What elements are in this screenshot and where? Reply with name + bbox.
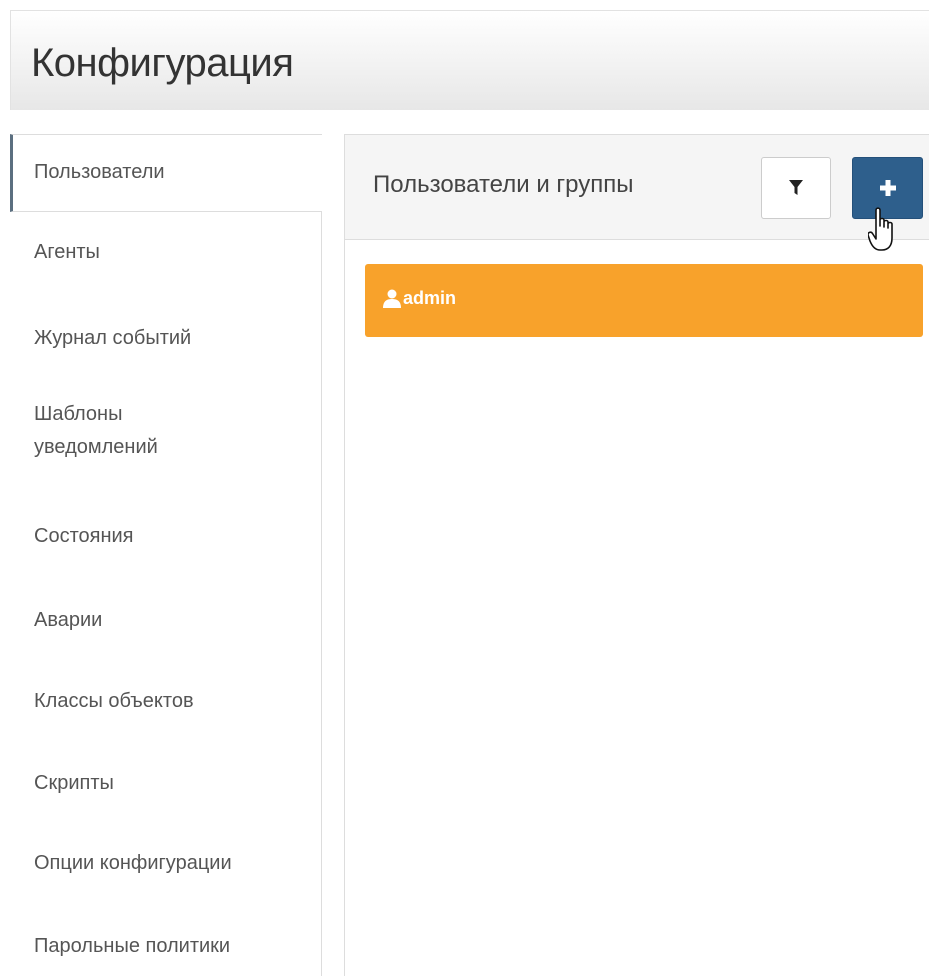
sidebar-item-agents[interactable]: Агенты: [10, 236, 322, 269]
hand-pointer-cursor-icon: [868, 207, 893, 251]
sidebar-nav: Пользователи Агенты Журнал событий Шабло…: [10, 134, 322, 976]
panel-title: Пользователи и группы: [373, 171, 634, 198]
filter-button[interactable]: [761, 157, 831, 219]
user-list-item[interactable]: admin: [365, 264, 923, 337]
user-icon: [383, 289, 401, 308]
sidebar-item-notification-templates[interactable]: Шаблоны уведомлений: [10, 398, 250, 464]
sidebar-item-label: Шаблоны уведомлений: [34, 403, 158, 458]
sidebar-item-password-policies[interactable]: Парольные политики: [10, 930, 322, 963]
sidebar-item-label: Журнал событий: [34, 327, 192, 349]
plus-icon: [879, 180, 896, 196]
filter-icon: [789, 180, 803, 195]
page-header: Конфигурация: [10, 10, 929, 110]
sidebar-item-label: Агенты: [34, 241, 100, 263]
sidebar-item-label: Состояния: [34, 525, 134, 547]
page: Конфигурация Пользователи Агенты Журнал …: [0, 0, 929, 976]
sidebar-item-alarms[interactable]: Аварии: [10, 604, 322, 637]
sidebar-item-label: Скрипты: [34, 772, 114, 794]
panel-header: Пользователи и группы: [345, 134, 929, 251]
sidebar-item-label: Классы объектов: [34, 690, 194, 712]
page-title: Конфигурация: [31, 41, 294, 85]
main-panel: Пользователи и группы admin: [344, 134, 929, 976]
user-name: admin: [403, 288, 457, 308]
sidebar-item-scripts[interactable]: Скрипты: [10, 767, 322, 800]
sidebar-item-label: Аварии: [34, 609, 103, 631]
sidebar-item-object-classes[interactable]: Классы объектов: [10, 685, 322, 718]
sidebar-item-label: Опции конфигурации: [34, 852, 232, 874]
sidebar-item-event-log[interactable]: Журнал событий: [10, 322, 322, 355]
sidebar-item-config-options[interactable]: Опции конфигурации: [10, 847, 322, 880]
sidebar-item-label: Парольные политики: [34, 935, 231, 957]
sidebar-item-statuses[interactable]: Состояния: [10, 520, 322, 553]
sidebar-item-label: Пользователи: [34, 161, 165, 183]
sidebar-item-users[interactable]: Пользователи: [10, 134, 322, 212]
